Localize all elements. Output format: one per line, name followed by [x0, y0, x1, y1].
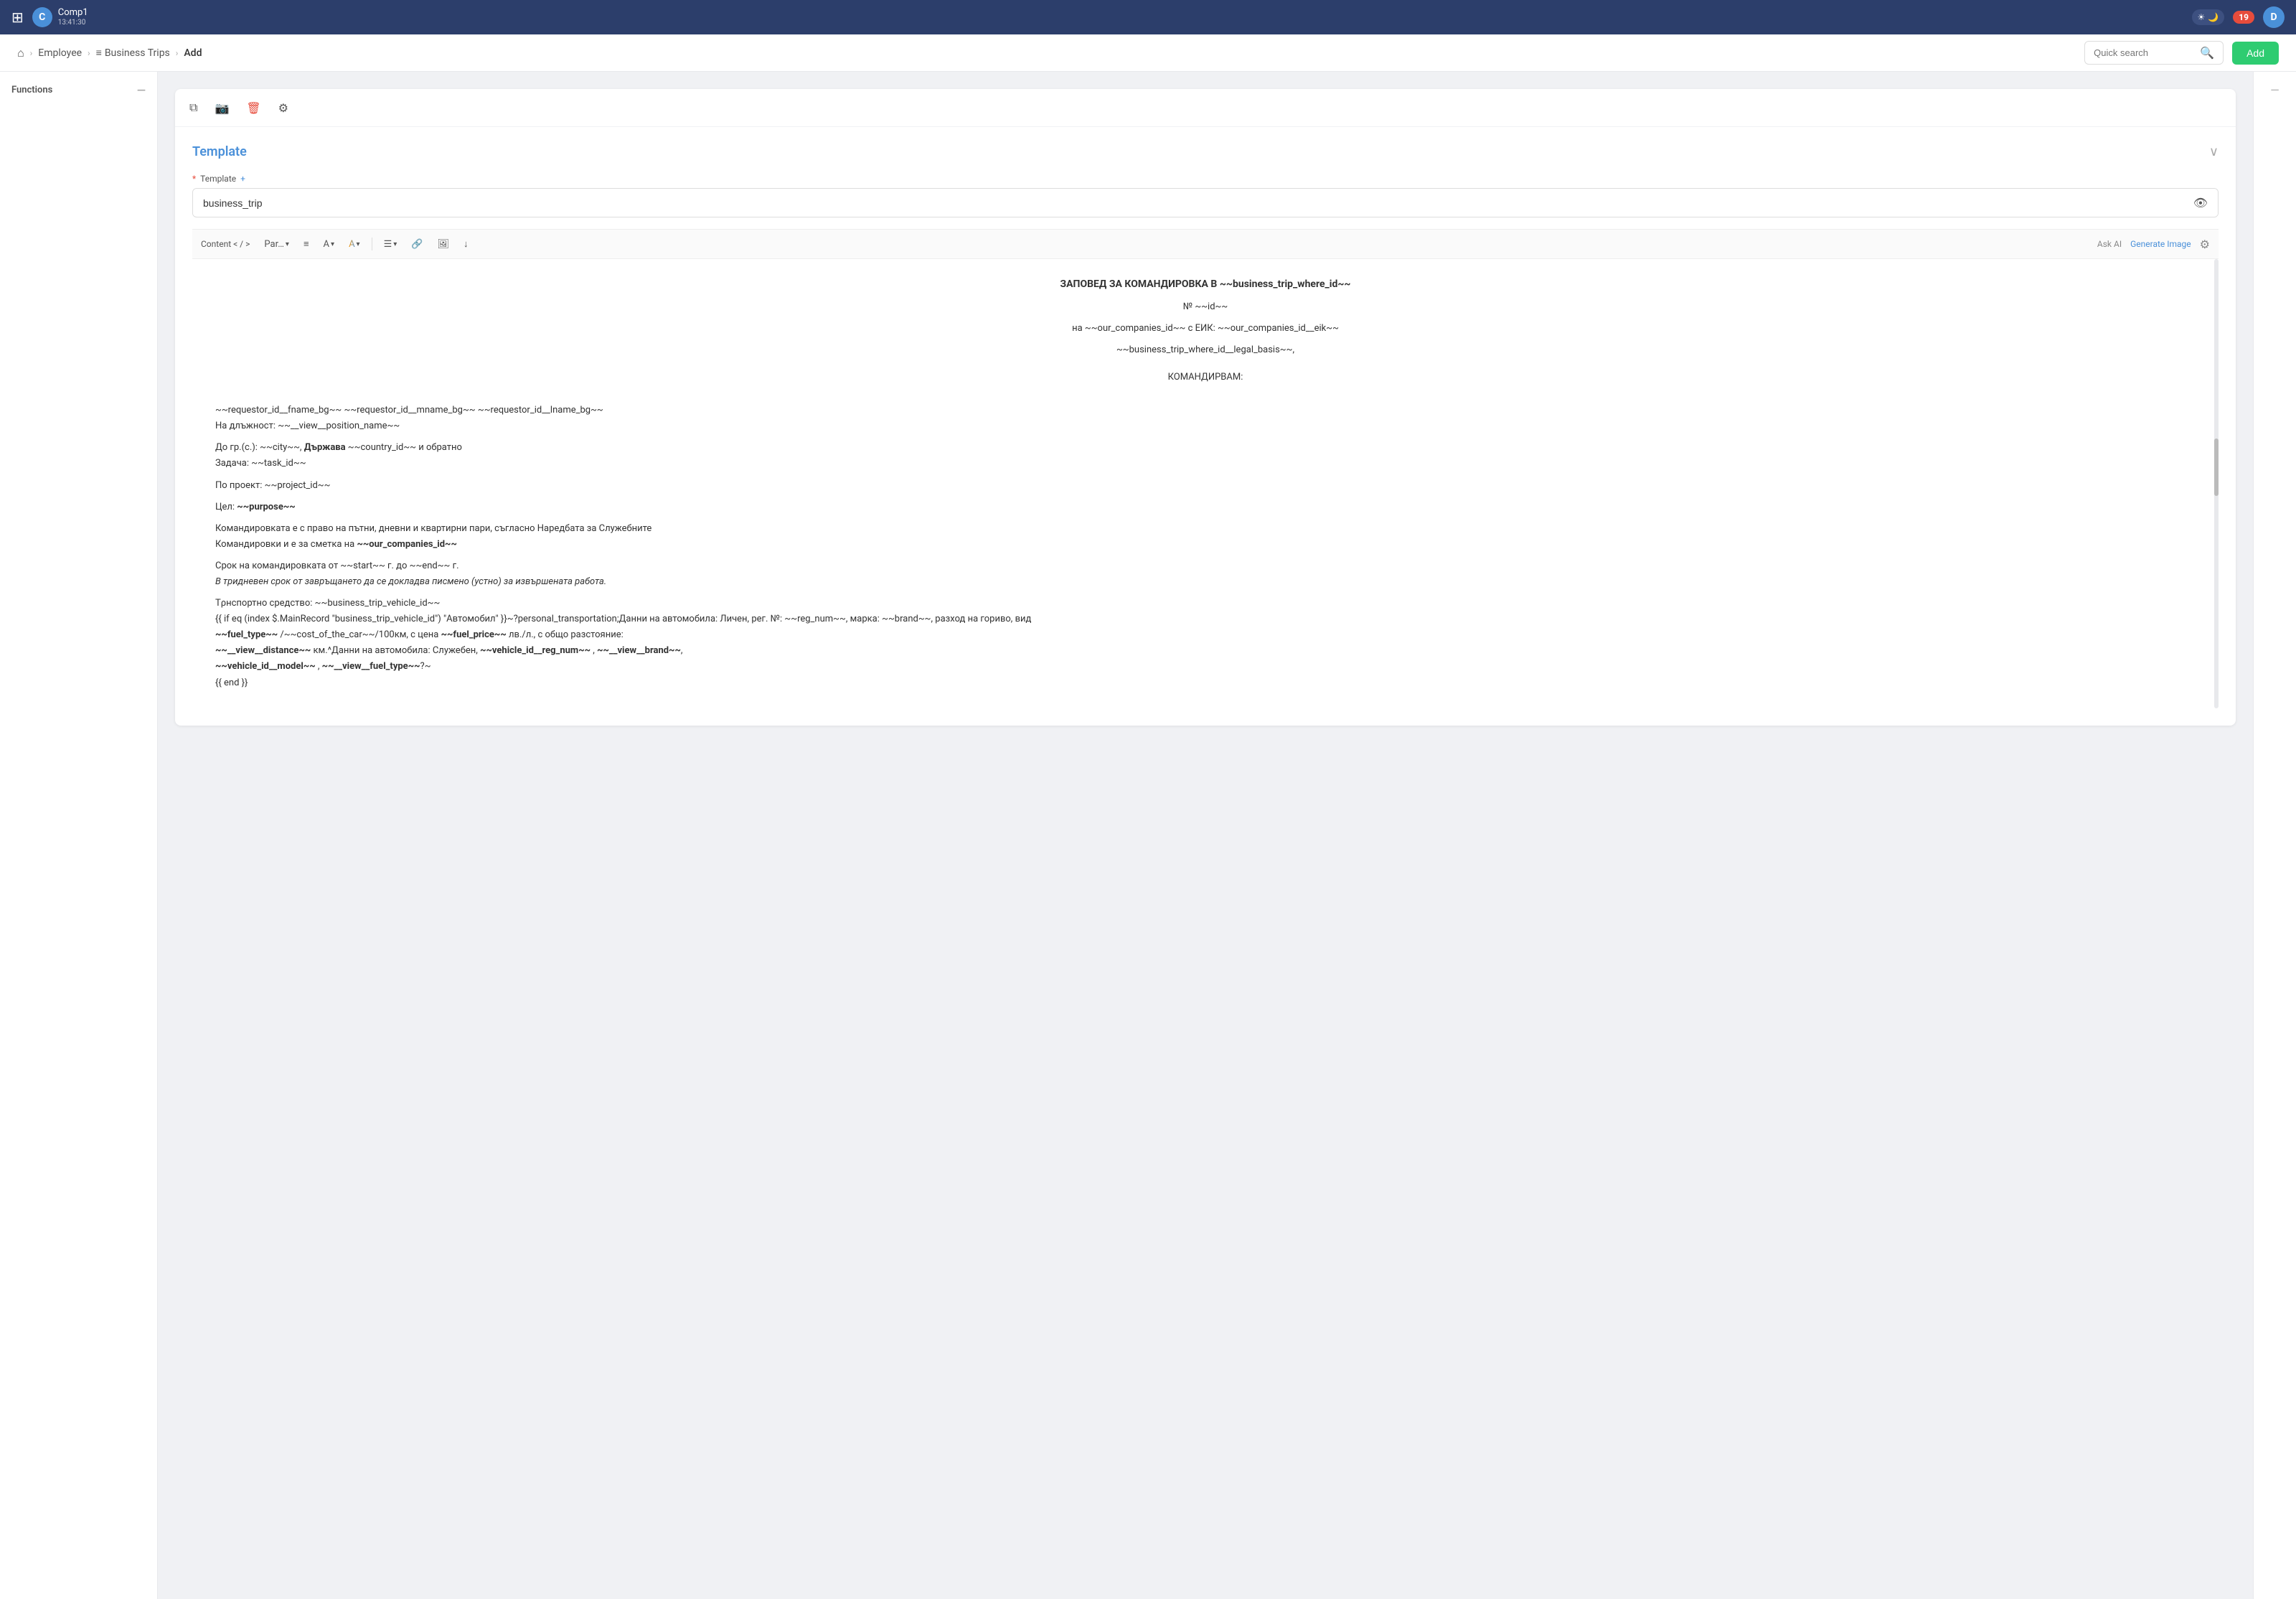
right-panel-collapse-icon[interactable]: —	[2270, 83, 2279, 1599]
editor-city-line: До гр.(с.): ~~city~~, Държава ~~country_…	[215, 440, 2196, 456]
editor-period-line: Срок на командировката от ~~start~~ г. д…	[215, 558, 2196, 574]
sidebar: Functions —	[0, 72, 158, 1599]
sidebar-functions-label: Functions	[11, 85, 52, 95]
editor-project-line: По проект: ~~project_id~~	[215, 478, 2196, 494]
camera-icon[interactable]: 📷	[212, 98, 232, 118]
font-chevron-icon: ▾	[331, 240, 334, 248]
sidebar-header: Functions —	[0, 83, 157, 105]
template-name-input[interactable]	[193, 190, 2183, 216]
sidebar-collapse-icon[interactable]: —	[137, 83, 146, 97]
breadcrumb-sep-2: ›	[176, 48, 179, 58]
editor-if-line: {{ if eq (index $.MainRecord "business_t…	[215, 611, 2196, 627]
field-required-star: *	[192, 174, 196, 184]
navbar: ⊞ C Comp1 13:41:30 ☀ 🌙 19 D	[0, 0, 2296, 34]
editor-requestor-line: ~~requestor_id__fname_bg~~ ~~requestor_i…	[215, 403, 2196, 418]
template-title: Template	[192, 144, 247, 159]
field-add-btn[interactable]: +	[240, 174, 245, 184]
editor-rights-line1: Командировката е с право на пътни, дневн…	[215, 521, 2196, 537]
main-layout: Functions — ⧉ 📷 🗑 ⚙ Template ∨	[0, 72, 2296, 1599]
template-header: Template ∨	[192, 144, 2219, 159]
paragraph-btn[interactable]: Par… ▾	[258, 236, 295, 253]
navbar-right: ☀ 🌙 19 D	[2192, 6, 2285, 28]
content-toolbar-left: Content < / > Par… ▾ ≡ A ▾ A ▾	[201, 235, 474, 253]
list-chevron-icon: ▾	[393, 240, 397, 248]
image-btn[interactable]: 🖼	[431, 236, 455, 253]
grid-icon[interactable]: ⊞	[11, 9, 24, 26]
editor-rights-line2: Командировки и е за сметка на ~~our_comp…	[215, 537, 2196, 553]
editor-heading-line: ЗАПОВЕД ЗА КОМАНДИРОВКА В ~~business_tri…	[215, 276, 2196, 294]
dark-icon: 🌙	[2208, 12, 2219, 22]
editor-model-line: ~~vehicle_id__model~~ , ~~__view__fuel_t…	[215, 659, 2196, 675]
nav-logo: C Comp1 13:41:30	[32, 7, 88, 27]
content-label: Content < / >	[201, 239, 250, 249]
arrow-btn[interactable]: ↓	[458, 235, 474, 253]
highlight-chevron-icon: ▾	[357, 240, 360, 248]
highlight-btn[interactable]: A ▾	[343, 236, 366, 253]
logo-circle: C	[32, 7, 52, 27]
field-label: * Template +	[192, 174, 2219, 184]
search-icon[interactable]: 🔍	[2200, 46, 2214, 60]
editor-purpose-line: Цел: ~~purpose~~	[215, 500, 2196, 515]
editor-id-line: № ~~id~~	[215, 299, 2196, 315]
field-label-text: Template	[200, 174, 236, 184]
delete-icon[interactable]: 🗑	[243, 98, 263, 118]
generate-image-btn[interactable]: Generate Image	[2130, 239, 2191, 249]
editor-report-line: В тридневен срок от завръщането да се до…	[215, 574, 2196, 590]
editor-end-line: {{ end }}	[215, 675, 2196, 691]
logo-subtitle: 13:41:30	[58, 19, 88, 27]
editor-commanding-line: КОМАНДИРВАМ:	[215, 370, 2196, 385]
list-btn[interactable]: ☰ ▾	[378, 236, 403, 253]
paragraph-chevron-icon: ▾	[286, 240, 289, 248]
search-input[interactable]	[2094, 47, 2194, 58]
right-panel: —	[2253, 72, 2296, 1599]
breadcrumb-sep-1: ›	[88, 48, 90, 58]
theme-toggle[interactable]: ☀ 🌙	[2192, 9, 2225, 25]
settings-icon[interactable]: ⚙	[276, 98, 291, 118]
template-field-row: * Template + 👁	[192, 174, 2219, 217]
template-collapse-btn[interactable]: ∨	[2209, 144, 2219, 159]
ask-ai-btn[interactable]: Ask AI	[2097, 239, 2122, 249]
template-card: ⧉ 📷 🗑 ⚙ Template ∨ * Template +	[175, 89, 2236, 726]
content-toolbar-right: Ask AI Generate Image ⚙	[2097, 238, 2210, 251]
breadcrumb: ⌂ › Employee › ≡Business Trips › Add	[17, 46, 202, 60]
breadcrumb-business-trips[interactable]: ≡Business Trips	[96, 47, 170, 59]
editor-vehicle-line: Тρнспортно средство: ~~business_trip_veh…	[215, 596, 2196, 611]
editor-settings-icon[interactable]: ⚙	[2200, 238, 2210, 251]
font-color-btn[interactable]: A ▾	[318, 236, 341, 253]
eye-icon[interactable]: 👁	[2183, 189, 2218, 217]
search-box[interactable]: 🔍	[2084, 41, 2224, 65]
editor-task-line: Задача: ~~task_id~~	[215, 456, 2196, 472]
editor-legal-line: ~~business_trip_where_id__legal_basis~~,	[215, 342, 2196, 358]
content-toolbar: Content < / > Par… ▾ ≡ A ▾ A ▾	[192, 229, 2219, 259]
logo-initial: C	[39, 11, 45, 23]
toolbar-row: ⧉ 📷 🗑 ⚙	[175, 89, 2236, 127]
add-button[interactable]: Add	[2232, 42, 2279, 65]
breadcrumb-right: 🔍 Add	[2084, 41, 2279, 65]
breadcrumb-employee[interactable]: Employee	[38, 47, 82, 59]
editor-area[interactable]: ЗАПОВЕД ЗА КОМАНДИРОВКА В ~~business_tri…	[192, 259, 2219, 708]
scrollbar[interactable]	[2214, 259, 2219, 708]
breadcrumb-add: Add	[184, 47, 202, 59]
breadcrumb-sep-0: ›	[30, 48, 33, 58]
editor-fuel-line: ~~fuel_type~~ /~~cost_of_the_car~~/100км…	[215, 627, 2196, 643]
light-icon: ☀	[2198, 12, 2206, 22]
editor-position-line: На длъжност: ~~__view__position_name~~	[215, 418, 2196, 434]
notification-badge[interactable]: 19	[2233, 11, 2254, 24]
user-avatar[interactable]: D	[2263, 6, 2285, 28]
copy-icon[interactable]: ⧉	[187, 98, 200, 118]
breadcrumb-home[interactable]: ⌂	[17, 46, 24, 60]
breadcrumb-bar: ⌂ › Employee › ≡Business Trips › Add 🔍 A…	[0, 34, 2296, 72]
editor-distance-line: ~~__view__distance~~ км.^Данни на автомо…	[215, 643, 2196, 659]
align-btn[interactable]: ≡	[298, 235, 315, 253]
logo-text-block: Comp1 13:41:30	[58, 7, 88, 27]
content-area: ⧉ 📷 🗑 ⚙ Template ∨ * Template +	[158, 72, 2253, 1599]
template-section: Template ∨ * Template + 👁	[175, 127, 2236, 726]
field-input-row: 👁	[192, 188, 2219, 217]
logo-title: Comp1	[58, 7, 88, 19]
editor-company-line: на ~~our_companies_id~~ с ЕИК: ~~our_com…	[215, 321, 2196, 337]
link-btn[interactable]: 🔗	[405, 236, 428, 253]
scroll-thumb[interactable]	[2214, 439, 2219, 496]
navbar-left: ⊞ C Comp1 13:41:30	[11, 7, 88, 27]
